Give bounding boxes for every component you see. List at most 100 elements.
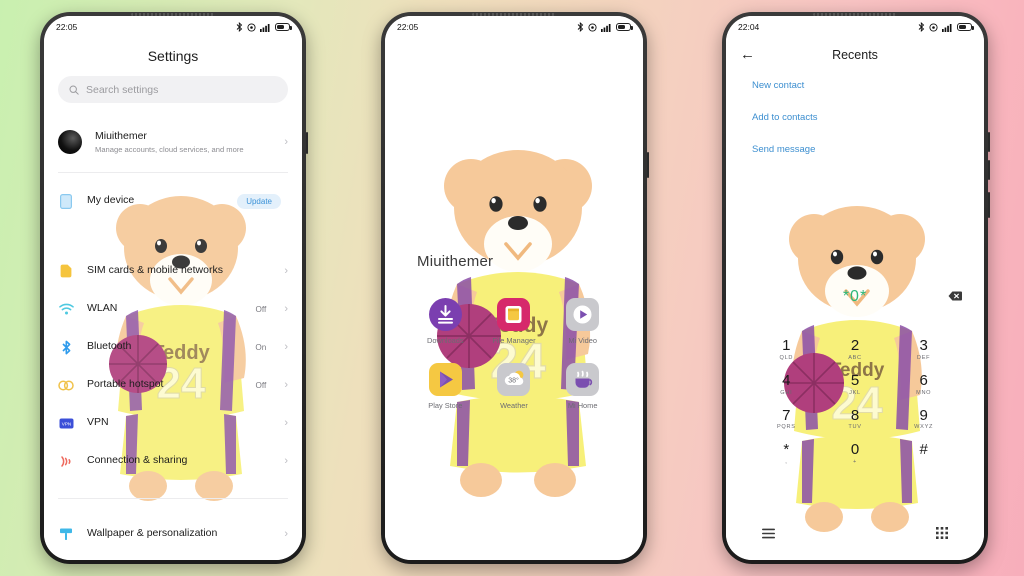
dialed-number: *0*: [842, 288, 868, 305]
app-label: Mi Home: [567, 401, 598, 411]
dial-key-hash[interactable]: #: [889, 442, 958, 465]
sidebar-item-value: On: [255, 342, 267, 352]
wifi-icon: [58, 301, 74, 317]
location-icon: [929, 22, 938, 32]
dial-key-number: 8: [850, 406, 860, 424]
chevron-right-icon: ›: [284, 527, 288, 540]
dial-key-letters: +: [853, 459, 857, 465]
sidebar-item-label: My device: [87, 194, 135, 207]
sim-icon: [58, 263, 74, 279]
dial-key-number: 0: [850, 441, 860, 459]
signal-icon: [601, 23, 611, 32]
sidebar-item-vpn[interactable]: VPN VPN ›: [44, 404, 302, 442]
sidebar-item-label: Connection & sharing: [87, 454, 188, 467]
dial-key-0[interactable]: 0 +: [821, 442, 890, 465]
app-mi-home[interactable]: Mi Home: [548, 363, 617, 410]
account-row[interactable]: Miuithemer Manage accounts, cloud servic…: [44, 117, 302, 163]
dial-key-8[interactable]: 8 TUV: [821, 406, 890, 430]
keypad-icon[interactable]: [936, 526, 948, 544]
app-downloads[interactable]: Downloads: [411, 298, 480, 345]
app-weather[interactable]: 38° Weather: [480, 363, 549, 410]
send-message-link[interactable]: Send message: [752, 144, 958, 155]
sidebar-item-portable-hotspot[interactable]: Portable hotspot Off ›: [44, 366, 302, 404]
app-label: Weather: [500, 401, 528, 411]
sidebar-item-label: SIM cards & mobile networks: [87, 264, 223, 277]
dial-key-letters: ,: [785, 459, 788, 465]
dial-key-number: 9: [919, 406, 928, 424]
dialpad: 1 QLD 2 ABC 3 DEF 4 GHI 5 JKL 6 MNO 7 PQRS 8 TUV…: [726, 338, 984, 465]
location-icon: [247, 22, 256, 32]
contact-actions: New contact Add to contacts Send message: [726, 66, 984, 155]
app-grid: Downloads File Manager Mi Video Play Sto…: [385, 298, 643, 411]
sidebar-item-label: WLAN: [87, 302, 118, 315]
dial-key-letters: QLD: [779, 354, 794, 361]
phone-home: 22:05 24 Miuithemer Downloads File Manag…: [381, 12, 649, 564]
dial-key-5[interactable]: 5 JKL: [821, 372, 890, 396]
app-file-manager[interactable]: File Manager: [480, 298, 549, 345]
page-title: Settings: [147, 48, 199, 64]
dial-key-7[interactable]: 7 PQRS: [752, 406, 821, 431]
new-contact-link[interactable]: New contact: [752, 80, 958, 91]
sharing-icon: [58, 453, 74, 469]
dial-key-6[interactable]: 6 MNO: [889, 372, 958, 395]
add-to-contacts-link[interactable]: Add to contacts: [752, 112, 958, 123]
sidebar-item-wlan[interactable]: WLAN Off ›: [44, 290, 302, 328]
dial-key-4[interactable]: 4 GHI: [752, 372, 821, 396]
dial-key-3[interactable]: 3 DEF: [889, 338, 958, 361]
volume-button[interactable]: [306, 132, 308, 154]
app-mi-video[interactable]: Mi Video: [548, 298, 617, 345]
status-bar: 22:05: [44, 16, 302, 38]
app-label: Play Store: [428, 401, 463, 411]
dial-key-number: 3: [919, 337, 928, 354]
dial-key-number: *: [783, 441, 790, 459]
dial-key-letters: PQRS: [777, 424, 796, 431]
dial-key-9[interactable]: 9 WXYZ: [889, 406, 958, 431]
dial-key-number: 1: [782, 337, 791, 354]
dial-key-1[interactable]: 1 QLD: [752, 338, 821, 361]
chevron-right-icon: ›: [284, 264, 288, 277]
page-title: Recents: [832, 47, 878, 62]
power-button[interactable]: [988, 192, 990, 218]
phone-dialer: 22:04 ← Recents New contact Add to conta…: [722, 12, 990, 564]
dial-key-number: 7: [782, 406, 791, 424]
status-time: 22:04: [738, 22, 760, 32]
svg-text:VPN: VPN: [61, 421, 70, 426]
app-label: Mi Video: [568, 336, 597, 345]
sidebar-item-label: Bluetooth: [87, 340, 132, 353]
dial-key-letters: WXYZ: [914, 424, 934, 431]
sidebar-item-wallpaper[interactable]: Wallpaper & personalization ›: [44, 513, 302, 555]
earpiece-speaker: [472, 13, 556, 16]
battery-icon: [275, 23, 292, 31]
sidebar-item-my-device[interactable]: My device Update: [44, 182, 302, 220]
bluetooth-icon: [577, 22, 584, 32]
divider: [58, 172, 288, 173]
backspace-button[interactable]: [948, 288, 962, 306]
bluetooth-icon: [236, 22, 243, 32]
dial-key-2[interactable]: 2 ABC: [821, 338, 890, 361]
dial-key-letters: ABC: [848, 354, 862, 361]
volume-down-button[interactable]: [988, 160, 990, 180]
dial-key-letters: JKL: [849, 389, 861, 396]
app-label: File Manager: [492, 336, 536, 345]
sidebar-item-sim-cards[interactable]: SIM cards & mobile networks ›: [44, 252, 302, 290]
signal-icon: [260, 23, 270, 32]
menu-icon[interactable]: [762, 526, 775, 544]
power-button[interactable]: [647, 152, 649, 178]
chevron-right-icon: ›: [284, 302, 288, 315]
status-bar: 22:05: [385, 16, 643, 38]
dialer-bottom-bar: [726, 526, 984, 544]
battery-icon: [616, 23, 633, 31]
sidebar-item-bluetooth[interactable]: Bluetooth On ›: [44, 328, 302, 366]
sidebar-item-connection-sharing[interactable]: Connection & sharing ›: [44, 442, 302, 480]
app-play-store[interactable]: Play Store: [411, 363, 480, 410]
dial-key-letters: GHI: [780, 389, 793, 396]
dial-key-star[interactable]: *,: [752, 442, 821, 465]
account-name: Miuithemer: [95, 130, 147, 143]
search-input[interactable]: Search settings: [58, 76, 288, 103]
update-badge[interactable]: Update: [237, 193, 281, 209]
status-time: 22:05: [397, 22, 419, 32]
status-time: 22:05: [56, 22, 78, 32]
bluetooth-icon: [58, 339, 74, 355]
sidebar-item-lock-screen[interactable]: Always-on display & Lock screen ›: [44, 555, 302, 560]
volume-up-button[interactable]: [988, 132, 990, 152]
